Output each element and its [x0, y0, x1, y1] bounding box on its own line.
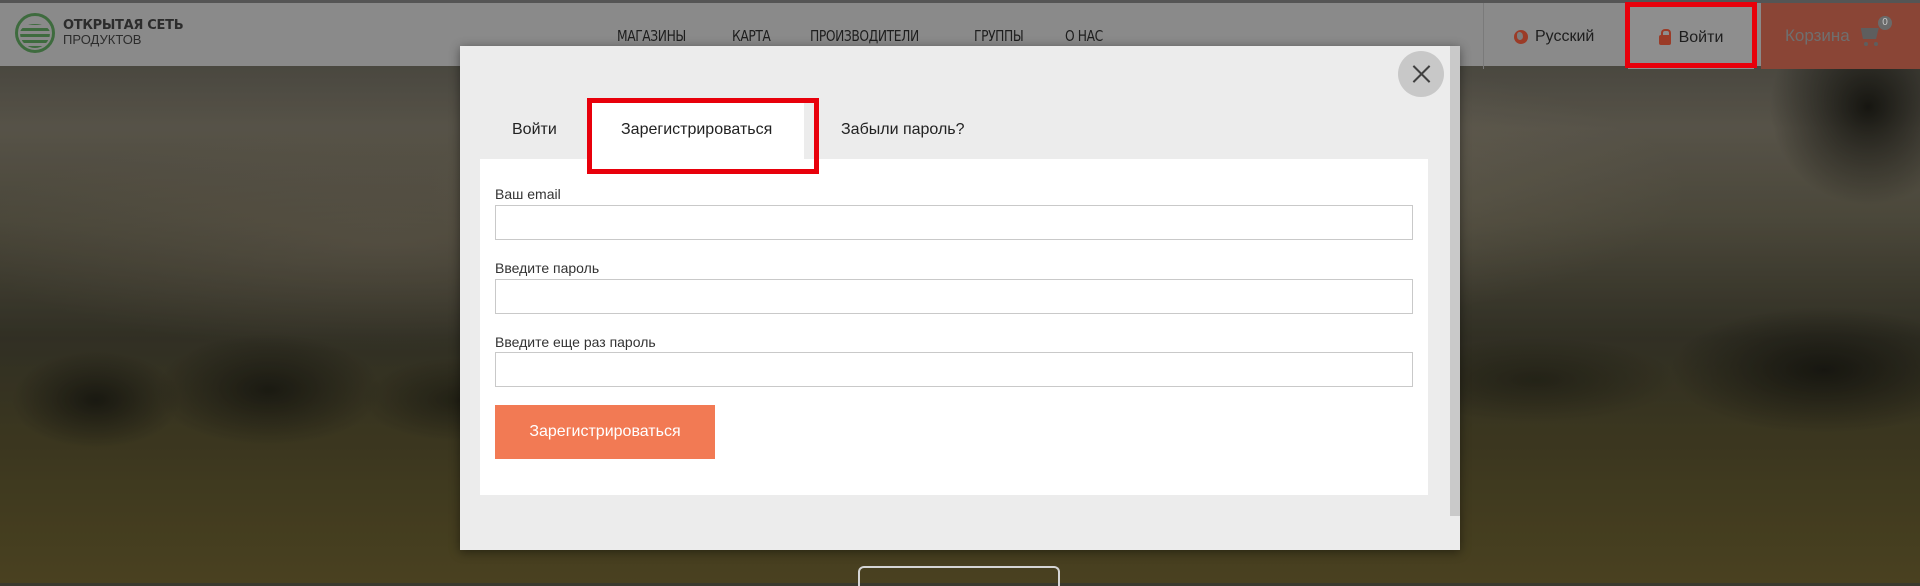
nav-item-about[interactable]: О НАС	[1065, 27, 1103, 45]
logo-title: ОТКРЫТАЯ СЕТЬ	[63, 18, 184, 33]
auth-modal: Войти Зарегистрироваться Забыли пароль? …	[460, 46, 1460, 550]
register-form: Ваш email Введите пароль Введите еще раз…	[480, 159, 1428, 495]
password-label: Введите пароль	[495, 260, 600, 276]
nav-item-map[interactable]: КАРТА	[732, 27, 771, 45]
main-nav: МАГАЗИНЫ КАРТА ПРОИЗВОДИТЕЛИ ГРУППЫ О НА…	[617, 27, 1142, 45]
language-label: Русский	[1535, 28, 1595, 45]
lock-icon	[1658, 29, 1671, 45]
logo-text: ОТКРЫТАЯ СЕТЬ ПРОДУКТОВ	[63, 18, 184, 47]
hero-button-outline	[858, 566, 1060, 586]
tab-login[interactable]: Войти	[512, 121, 557, 139]
site-logo[interactable]: ОТКРЫТАЯ СЕТЬ ПРОДУКТОВ	[15, 13, 184, 53]
cart-button[interactable]: Корзина	[1761, 3, 1920, 69]
header-divider	[1483, 3, 1484, 69]
cart-label: Корзина	[1785, 26, 1850, 45]
password-confirm-label: Введите еще раз пароль	[495, 334, 656, 350]
modal-scrollbar[interactable]	[1450, 46, 1460, 516]
password-field[interactable]	[495, 279, 1413, 314]
close-icon[interactable]	[1398, 51, 1444, 97]
register-submit-button[interactable]: Зарегистрироваться	[495, 405, 715, 459]
email-field[interactable]	[495, 205, 1413, 240]
tab-forgot-password[interactable]: Забыли пароль?	[841, 121, 965, 139]
tab-register[interactable]: Зарегистрироваться	[621, 121, 772, 139]
password-confirm-field[interactable]	[495, 352, 1413, 387]
header-login-label: Войти	[1678, 29, 1724, 46]
email-label: Ваш email	[495, 186, 561, 202]
language-switcher[interactable]: Русский	[1514, 28, 1594, 46]
logo-subtitle: ПРОДУКТОВ	[63, 32, 142, 47]
logo-icon	[15, 13, 55, 53]
cart-count-badge: 0	[1878, 16, 1892, 30]
header-login-button[interactable]: Войти	[1628, 7, 1754, 69]
nav-item-groups[interactable]: ГРУППЫ	[974, 27, 1024, 45]
nav-item-stores[interactable]: МАГАЗИНЫ	[617, 27, 686, 45]
nav-item-producers[interactable]: ПРОИЗВОДИТЕЛИ	[810, 27, 919, 45]
globe-icon	[1514, 30, 1528, 44]
